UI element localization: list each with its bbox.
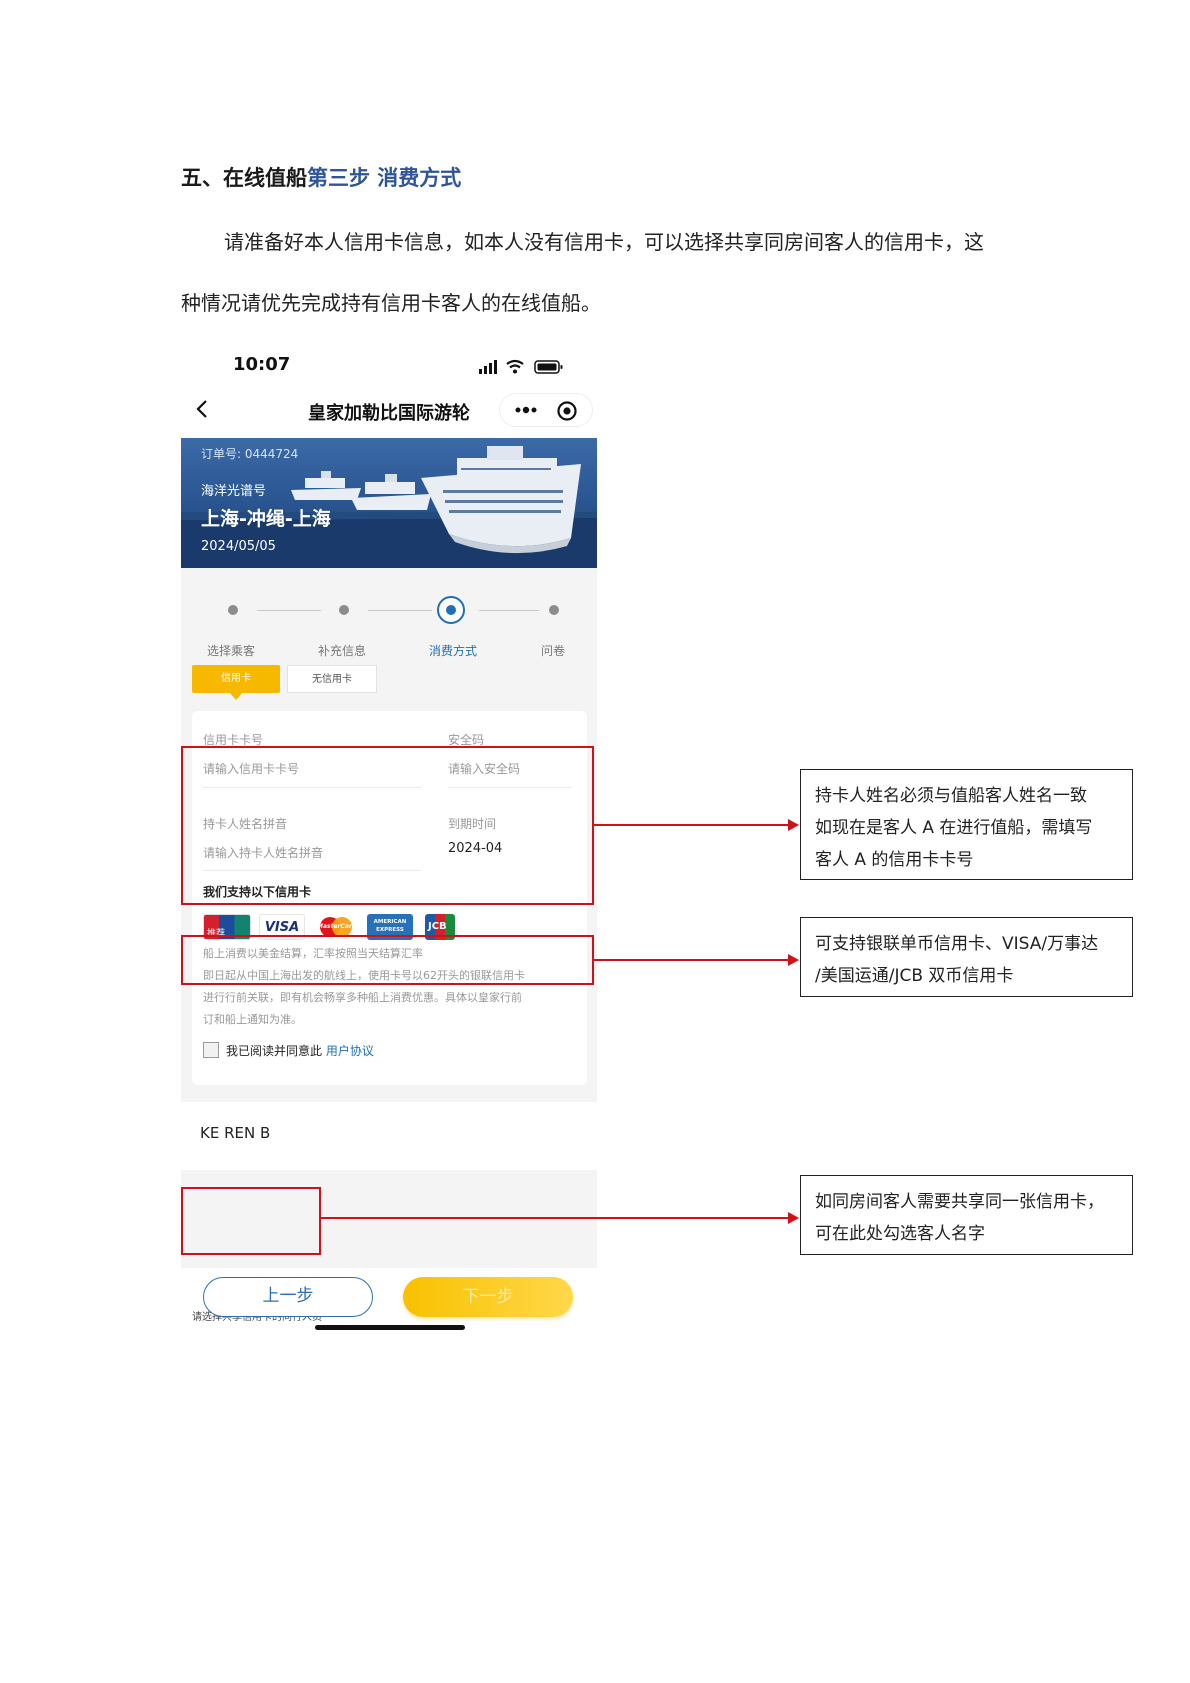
signal-icon [479, 360, 497, 374]
tab-no-credit-card[interactable]: 无信用卡 [287, 665, 377, 693]
annotation-arrow-line [594, 824, 789, 826]
callout-line: /美国运通/JCB 双币信用卡 [815, 966, 1014, 986]
battery-icon [534, 360, 563, 374]
annotation-box-card-fields [181, 746, 594, 905]
step-dot-2 [339, 605, 349, 615]
callout-share-card: 如同房间客人需要共享同一张信用卡， 可在此处勾选客人名字 [800, 1175, 1133, 1255]
note-line: 订和船上通知为准。 [203, 1013, 302, 1026]
close-target-icon[interactable] [556, 400, 578, 422]
prev-step-button[interactable]: 上一步 [203, 1277, 373, 1317]
heading-black-part: 五、在线值船 [181, 166, 307, 190]
step-line [479, 610, 539, 611]
next-step-button[interactable]: 下一步 [403, 1277, 573, 1317]
jcb-text: JCB [428, 921, 447, 932]
callout-line: 可在此处勾选客人名字 [815, 1224, 985, 1244]
agree-checkbox[interactable] [203, 1042, 219, 1058]
order-number: 订单号: 0444724 [201, 447, 299, 461]
annotation-arrow-line [594, 959, 789, 961]
callout-line: 持卡人姓名必须与值船客人姓名一致 [815, 786, 1087, 806]
callout-cardholder-name: 持卡人姓名必须与值船客人姓名一致 如现在是客人 A 在进行值船，需填写 客人 A… [800, 769, 1133, 880]
route: 上海-冲绳-上海 [201, 508, 331, 530]
home-indicator [315, 1325, 465, 1330]
paragraph-line-2: 种情况请优先完成持有信用卡客人的在线值船。 [181, 291, 601, 315]
amex-text: AMERICAN EXPRESS [373, 919, 407, 933]
share-card-row: KE REN B [181, 1102, 597, 1170]
annotation-box-card-logos [181, 935, 594, 985]
annotation-box-share-name [181, 1187, 321, 1255]
wifi-icon [506, 359, 524, 374]
step-dot-1 [228, 605, 238, 615]
agree-text: 我已阅读并同意此 用户协议 [226, 1042, 374, 1059]
tab-credit-card[interactable]: 信用卡 [192, 665, 280, 700]
arrow-head-icon [788, 819, 799, 831]
step-dot-4 [549, 605, 559, 615]
cruise-banner: 订单号: 0444724 海洋光谱号 上海-冲绳-上海 2024/05/05 [181, 438, 597, 568]
nav-bar: 皇家加勒比国际游轮 [181, 385, 597, 435]
note-line: 进行行前关联，即有机会畅享多种船上消费优惠。具体以皇家行前 [203, 991, 522, 1004]
status-icons [479, 359, 563, 374]
paragraph-line-1: 请准备好本人信用卡信息，如本人没有信用卡，可以选择共享同房间客人的信用卡，这 [224, 230, 984, 254]
callout-line: 客人 A 的信用卡卡号 [815, 850, 974, 870]
more-dots-icon[interactable] [512, 402, 540, 418]
step-label: 选择乘客 [207, 644, 256, 658]
mini-program-capsule [499, 393, 593, 427]
visa-text: VISA [264, 920, 300, 935]
mastercard-text: MasterCard [317, 923, 357, 930]
sail-date: 2024/05/05 [201, 539, 276, 554]
step-label: 问卷 [541, 644, 566, 658]
heading-blue-part: 第三步 消费方式 [307, 166, 462, 190]
step-dot-3-active [437, 596, 465, 624]
agree-label: 我已阅读并同意此 [226, 1044, 326, 1058]
arrow-head-icon [788, 954, 799, 966]
step-line [368, 610, 432, 611]
status-time: 10:07 [233, 354, 291, 375]
section-heading: 五、在线值船第三步 消费方式 [181, 162, 461, 192]
callout-line: 如同房间客人需要共享同一张信用卡， [815, 1192, 1104, 1212]
step-label: 补充信息 [318, 644, 367, 658]
step-line [257, 610, 321, 611]
callout-line: 如现在是客人 A 在进行值船，需填写 [815, 818, 1093, 838]
user-agreement-link[interactable]: 用户协议 [326, 1044, 374, 1058]
callout-line: 可支持银联单币信用卡、VISA/万事达 [815, 934, 1099, 954]
ship-name: 海洋光谱号 [201, 484, 267, 499]
step-label-active: 消费方式 [429, 644, 478, 658]
annotation-arrow-line [321, 1217, 789, 1219]
callout-supported-cards: 可支持银联单币信用卡、VISA/万事达 /美国运通/JCB 双币信用卡 [800, 917, 1133, 997]
companion-name-option[interactable]: KE REN B [200, 1124, 270, 1142]
arrow-head-icon [788, 1212, 799, 1224]
